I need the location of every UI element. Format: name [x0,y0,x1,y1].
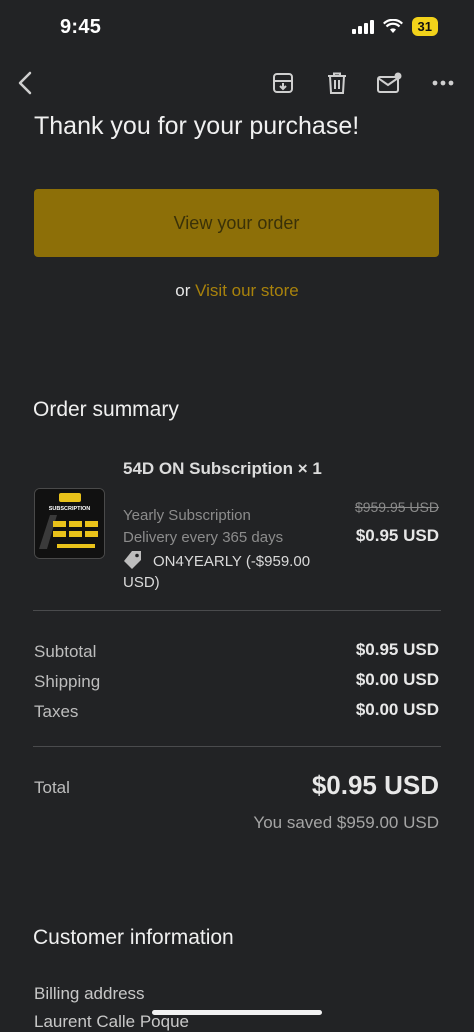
more-icon[interactable] [428,68,458,98]
view-order-button[interactable]: View your order [34,189,439,257]
discount-line: ON4YEARLY (-$959.00 USD) [123,550,333,593]
billing-name: Laurent Calle Poque [34,1012,190,1031]
order-summary-title: Order summary [33,398,179,421]
total-label: Total [34,778,70,797]
subtotal-value: $0.95 USD [355,640,439,659]
subtotal-label: Subtotal [34,642,97,661]
discount-tag-icon [124,551,141,569]
shipping-value: $0.00 USD [355,670,439,689]
store-prefix: or [175,281,191,300]
back-icon[interactable] [10,68,40,98]
taxes-label: Taxes [34,702,79,721]
total-value: $0.95 USD [311,770,439,800]
status-icons: 31 [351,17,438,36]
billing-address-label: Billing address [34,984,145,1003]
product-plan: Yearly Subscription [123,507,251,524]
status-bar: 9:45 31 [0,0,474,56]
trash-icon[interactable] [322,68,352,98]
wifi-icon [382,19,403,33]
taxes-value: $0.00 USD [355,700,439,719]
product-name: 54D ON Subscription × 1 [123,459,322,478]
cellular-signal-icon [351,19,374,34]
product-delivery: Delivery every 365 days [123,529,284,546]
thumb-text: SUBSCRIPTION [49,506,91,512]
visit-store-link[interactable]: Visit our store [195,281,299,300]
discount-code: ON4YEARLY (-$959.00 USD) [123,553,311,591]
archive-icon[interactable] [268,68,298,98]
divider [33,610,441,611]
mail-toolbar [0,58,474,108]
battery-icon: 31 [411,17,438,36]
savings-text: You saved $959.00 USD [253,813,439,832]
item-price: $0.95 USD [355,526,439,545]
home-indicator[interactable] [152,1010,322,1015]
divider [33,746,441,747]
customer-info-title: Customer information [33,926,234,949]
thank-you-heading: Thank you for your purchase! [34,112,360,140]
mark-unread-icon[interactable] [375,68,405,98]
clock: 9:45 [60,16,102,38]
shipping-label: Shipping [34,672,101,691]
product-thumbnail: SUBSCRIPTION [34,488,105,559]
original-price: $959.95 USD [354,499,439,515]
store-line: or Visit our store [0,281,474,301]
